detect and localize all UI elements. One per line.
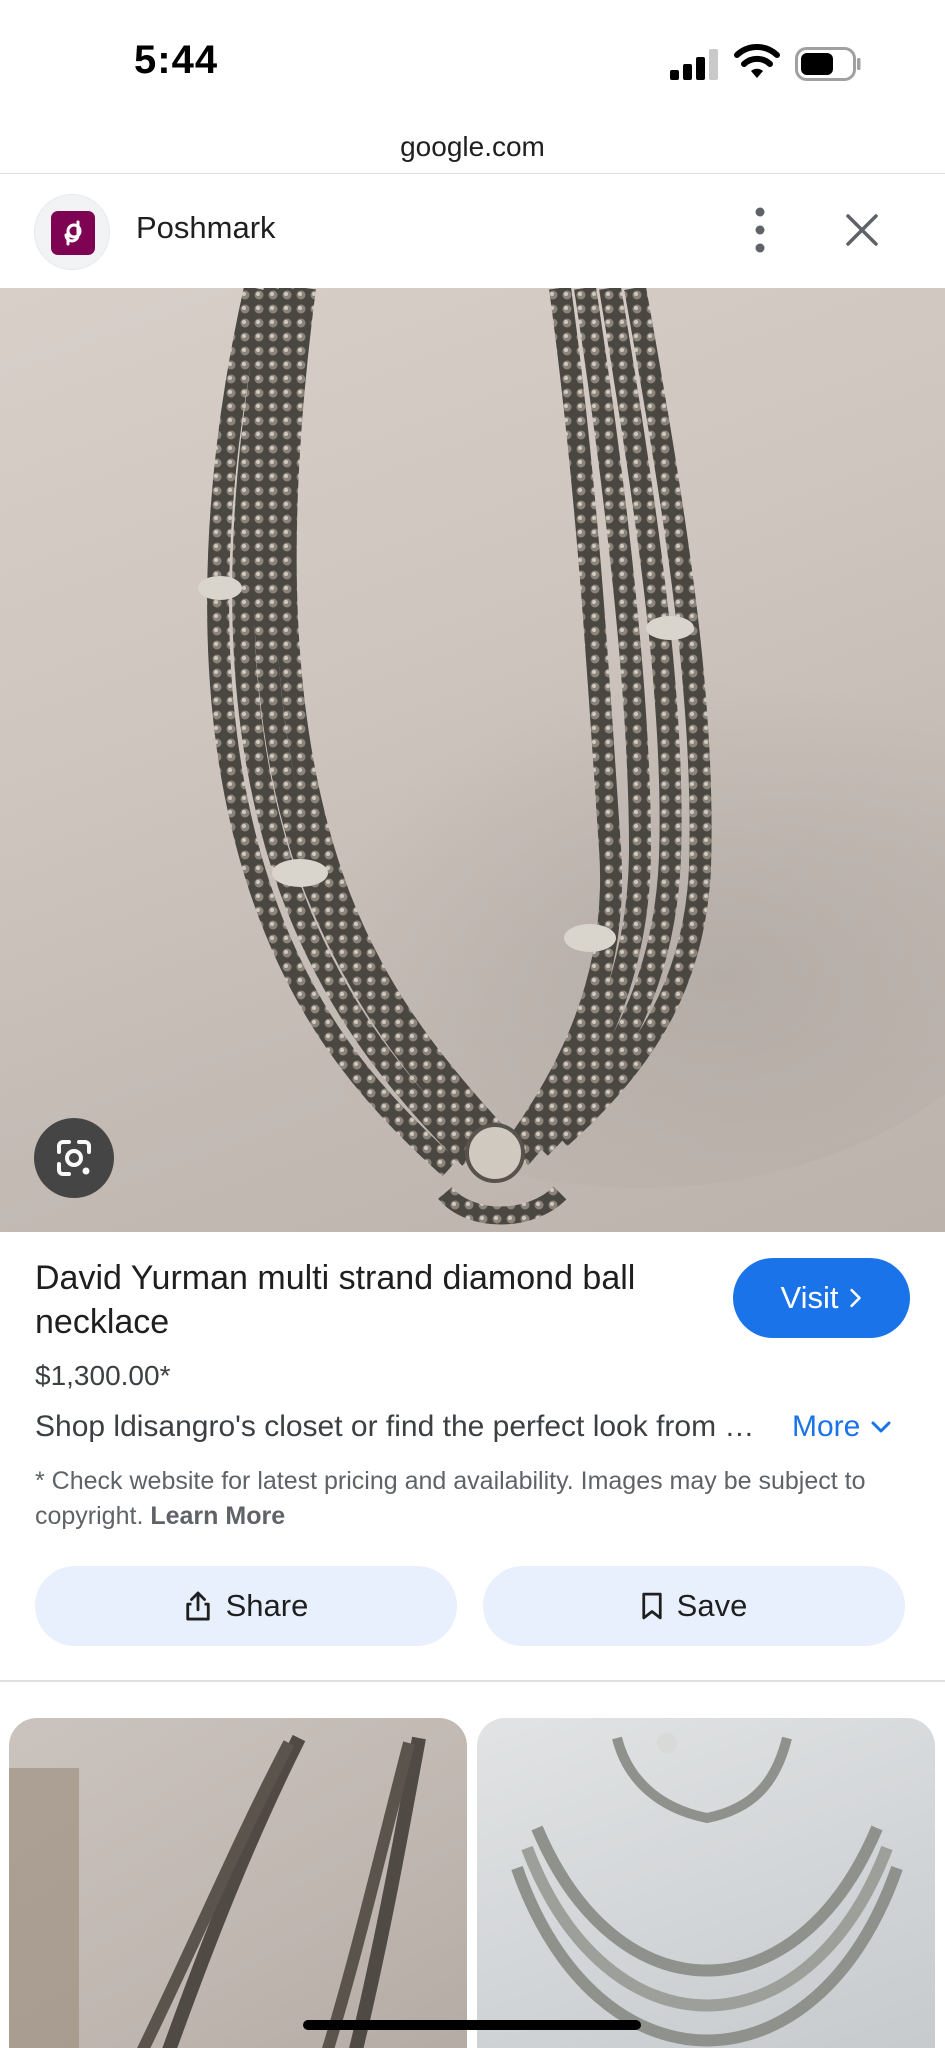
source-avatar[interactable]	[34, 194, 110, 270]
save-label: Save	[676, 1588, 748, 1623]
battery-icon	[795, 47, 861, 81]
google-lens-button[interactable]	[34, 1118, 114, 1198]
related-image[interactable]	[477, 1718, 935, 2048]
disclaimer: * Check website for latest pricing and a…	[35, 1464, 905, 1534]
divider	[0, 1680, 945, 1682]
status-time: 5:44	[134, 38, 219, 82]
related-image[interactable]	[9, 1718, 467, 2048]
more-button[interactable]: More	[792, 1410, 892, 1444]
visit-button[interactable]: Visit	[733, 1258, 910, 1338]
share-button[interactable]: Share	[35, 1566, 457, 1646]
more-label: More	[792, 1410, 861, 1443]
cellular-signal-icon	[670, 48, 718, 80]
poshmark-logo-icon	[51, 211, 95, 255]
related-necklace-image	[9, 1734, 426, 2048]
product-description: Shop ldisangro's closet or find the perf…	[35, 1410, 775, 1443]
learn-more-link[interactable]: Learn More	[150, 1502, 285, 1530]
share-icon	[185, 1591, 210, 1621]
address-bar[interactable]: google.com	[0, 120, 945, 174]
share-label: Share	[225, 1588, 309, 1623]
chevron-down-icon	[871, 1421, 891, 1433]
url-text: google.com	[400, 131, 545, 162]
source-name[interactable]: Poshmark	[136, 210, 276, 246]
home-indicator[interactable]	[303, 2020, 641, 2030]
more-vertical-icon[interactable]	[740, 204, 780, 256]
bookmark-icon	[642, 1592, 662, 1620]
status-bar: 5:44	[0, 0, 945, 120]
product-price: $1,300.00*	[35, 1360, 171, 1391]
close-icon[interactable]	[840, 208, 884, 252]
source-header: Poshmark	[0, 174, 945, 288]
related-necklace-image	[511, 1733, 903, 2047]
chevron-right-icon	[849, 1288, 861, 1308]
visit-button-label: Visit	[780, 1280, 839, 1315]
wifi-icon	[734, 44, 780, 78]
product-image[interactable]	[0, 288, 945, 1232]
google-lens-icon	[57, 1140, 91, 1176]
save-button[interactable]: Save	[483, 1566, 905, 1646]
image-viewer-page: 5:44 google.com Poshmark David Yurman mu…	[0, 0, 945, 2048]
necklace-image	[198, 288, 945, 1225]
product-title[interactable]: David Yurman multi strand diamond ball n…	[35, 1256, 725, 1344]
